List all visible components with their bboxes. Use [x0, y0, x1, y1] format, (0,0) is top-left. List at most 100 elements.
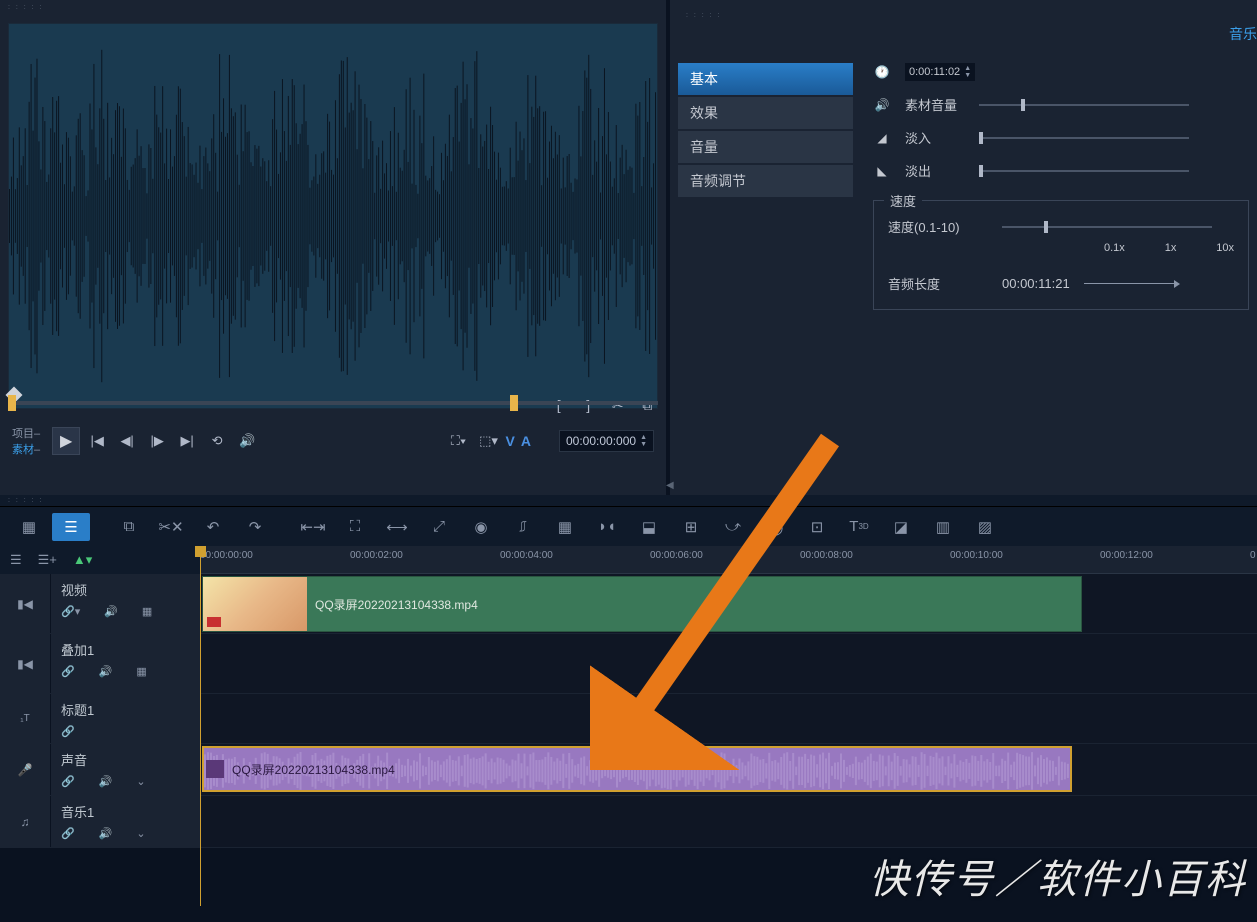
speed-mark-max: 10x — [1216, 242, 1234, 254]
video-track-label: 视频 — [61, 580, 190, 599]
track-motion-button[interactable]: ⊡ — [798, 513, 836, 541]
scrub-bar[interactable]: [ ] ✂ ⧉ — [8, 393, 658, 413]
grid-button[interactable]: ⊞ — [672, 513, 710, 541]
tab-basic[interactable]: 基本 — [678, 63, 853, 95]
track-options-button[interactable]: ☰ — [10, 552, 22, 568]
fadeout-slider[interactable] — [979, 170, 1189, 172]
audio-clip[interactable]: QQ录屏20220213104338.mp4 — [202, 746, 1072, 792]
mask-button[interactable]: ◯ — [756, 513, 794, 541]
trim-out-handle[interactable] — [510, 395, 518, 411]
ripple-button[interactable]: ⤢ — [420, 513, 458, 541]
volume-icon: 🔊 — [873, 96, 891, 114]
clock-icon: 🕐 — [873, 63, 891, 81]
speed-mark-mid: 1x — [1165, 242, 1177, 254]
transition-button[interactable]: ◗◖ — [588, 513, 626, 541]
v-toggle[interactable]: V — [506, 433, 515, 449]
waveform-display[interactable] — [8, 23, 658, 409]
step-back-button[interactable]: ◀| — [114, 428, 140, 454]
split-button[interactable]: ✂ — [607, 393, 629, 417]
voice-track-icon[interactable]: 🎤 — [0, 744, 50, 795]
title-track-icon[interactable]: ₁T — [0, 694, 50, 743]
track-title: ₁T 标题1 🔗 — [0, 694, 1257, 744]
length-arrow-icon — [1084, 283, 1174, 284]
effects-button[interactable]: ▥ — [924, 513, 962, 541]
mute-icon[interactable]: 🔊 — [104, 605, 118, 618]
motion-button[interactable]: ⤻ — [714, 513, 752, 541]
music-top-link[interactable]: 音乐 — [1229, 24, 1257, 44]
zoom-menu-button[interactable]: ▲▾ — [73, 552, 92, 568]
properties-panel: : : : : : 音乐 基本 效果 音量 音频调节 🕐 0:00:11:02 … — [670, 0, 1257, 495]
timeline-toolbar: ▦ ☰ ⧉ ✂✕ ↶ ↷ ⇤⇥ ⛶ ⟷ ⤢ ◉ ⎎ ▦ ◗◖ ⬓ ⊞ ⤻ ◯ ⊡… — [0, 506, 1257, 546]
fit-button[interactable]: ⛶ — [336, 513, 374, 541]
speed-label: 速度(0.1-10) — [888, 217, 988, 236]
record-button[interactable]: ▦ — [546, 513, 584, 541]
audio-mix-button[interactable]: ⎎ — [504, 513, 542, 541]
link-icon[interactable]: 🔗 — [61, 775, 75, 788]
tab-volume[interactable]: 音量 — [678, 131, 853, 163]
crop-button[interactable]: ⬚▾ — [476, 428, 502, 454]
tab-effect[interactable]: 效果 — [678, 97, 853, 129]
trim-button[interactable]: ⇤⇥ — [294, 513, 332, 541]
playhead[interactable] — [200, 546, 201, 906]
aspect-button[interactable]: ⛶▾ — [446, 428, 472, 454]
marker-button[interactable]: ⬓ — [630, 513, 668, 541]
go-end-button[interactable]: ▶| — [174, 428, 200, 454]
color-button[interactable]: ◉ — [462, 513, 500, 541]
storyboard-view-button[interactable]: ▦ — [10, 513, 48, 541]
tools-button[interactable]: ✂✕ — [152, 513, 190, 541]
video-track-icon[interactable]: ▮◀ — [0, 574, 50, 633]
trim-in-handle[interactable] — [8, 395, 16, 411]
speed-slider[interactable] — [1002, 226, 1212, 228]
mark-out-button[interactable]: ] — [578, 393, 600, 417]
fx-icon[interactable]: ▦ — [142, 605, 152, 618]
fadein-slider[interactable] — [979, 137, 1189, 139]
volume-icon[interactable]: 🔊 — [234, 428, 260, 454]
loop-button[interactable]: ⟲ — [204, 428, 230, 454]
link-icon[interactable]: 🔗 — [61, 665, 75, 678]
timeline-grip[interactable]: : : : : : — [0, 495, 1257, 506]
mute-icon[interactable]: 🔊 — [99, 665, 113, 678]
preview-mode-labels[interactable]: 项目– 素材– — [12, 425, 40, 457]
mode-project[interactable]: 项目 — [12, 428, 34, 440]
link-icon[interactable]: 🔗▾ — [61, 605, 80, 618]
export-button[interactable]: ▨ — [966, 513, 1004, 541]
video-clip[interactable]: QQ录屏20220213104338.mp4 — [202, 576, 1082, 632]
ruler-tick: 00:00:10:00 — [950, 550, 1003, 561]
go-start-button[interactable]: |◀ — [84, 428, 110, 454]
volume-slider[interactable] — [979, 104, 1189, 106]
mute-icon[interactable]: 🔊 — [99, 775, 113, 788]
3d-title-button[interactable]: T3D — [840, 513, 878, 541]
snapshot-button[interactable]: ⧉ — [637, 393, 659, 417]
speed-mark-min: 0.1x — [1104, 242, 1125, 254]
preview-timecode[interactable]: 00:00:00:000 ▲▼ — [559, 430, 654, 452]
timeline-view-button[interactable]: ☰ — [52, 513, 90, 541]
fadeout-label: 淡出 — [905, 161, 965, 180]
fx-icon[interactable]: ▦ — [136, 665, 146, 678]
step-fwd-button[interactable]: |▶ — [144, 428, 170, 454]
chroma-button[interactable]: ◪ — [882, 513, 920, 541]
add-track-button[interactable]: ☰+ — [38, 552, 57, 568]
clip-duration-field[interactable]: 0:00:11:02 ▲▼ — [905, 63, 975, 81]
audio-length-value: 00:00:11:21 — [1002, 276, 1070, 291]
music-track-icon[interactable]: ♫ — [0, 796, 50, 847]
ruler-tick: 0 — [1250, 550, 1256, 561]
link-icon[interactable]: 🔗 — [61, 725, 75, 738]
redo-button[interactable]: ↷ — [236, 513, 274, 541]
play-button[interactable]: ▶ — [52, 427, 80, 455]
a-toggle[interactable]: A — [521, 433, 531, 449]
expand-icon[interactable]: ⌄ — [136, 775, 145, 788]
overlay-track-icon[interactable]: ▮◀ — [0, 634, 50, 693]
panel-resize-handle[interactable]: ◀ — [666, 480, 674, 491]
expand-icon[interactable]: ⌄ — [136, 827, 145, 840]
panel-grip[interactable]: : : : : : — [0, 0, 666, 15]
panel-grip[interactable]: : : : : : — [678, 8, 1249, 23]
copy-button[interactable]: ⧉ — [110, 513, 148, 541]
link-icon[interactable]: 🔗 — [61, 827, 75, 840]
tab-audio-adjust[interactable]: 音频调节 — [678, 165, 853, 197]
timeline-ruler[interactable]: 00:00:00:00 00:00:02:00 00:00:04:00 00:0… — [200, 546, 1257, 574]
mute-icon[interactable]: 🔊 — [99, 827, 113, 840]
mode-material[interactable]: 素材 — [12, 444, 34, 456]
undo-button[interactable]: ↶ — [194, 513, 232, 541]
split-tool-button[interactable]: ⟷ — [378, 513, 416, 541]
mark-in-button[interactable]: [ — [548, 393, 570, 417]
